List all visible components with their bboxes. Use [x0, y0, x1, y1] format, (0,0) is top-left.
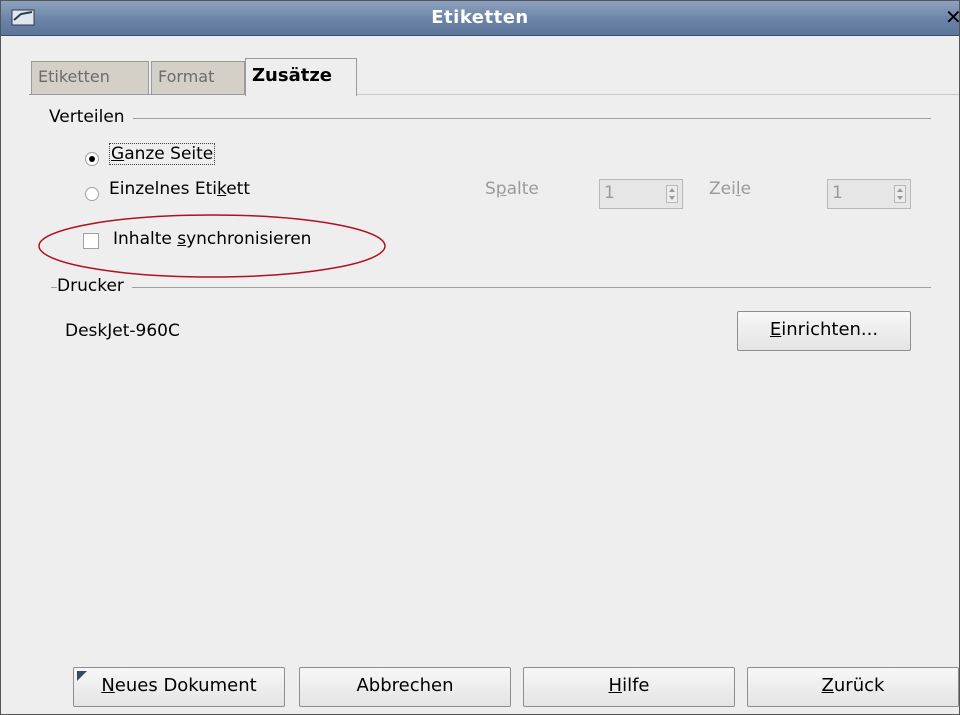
close-icon[interactable]: ✕ — [945, 6, 959, 28]
label-text: anze Seite — [124, 144, 214, 164]
zeile-label: Zeile — [709, 179, 751, 199]
label-text: Zei — [709, 179, 736, 199]
button-label: urück — [833, 675, 885, 696]
label-text: ett — [226, 179, 251, 199]
mnemonic: s — [177, 229, 187, 249]
mnemonic: Z — [821, 675, 834, 696]
label-text: alte — [506, 179, 539, 199]
group-separator — [51, 287, 931, 288]
spin-arrows-icon[interactable] — [666, 185, 678, 203]
mnemonic: E — [769, 319, 782, 340]
cancel-button[interactable]: Abbrechen — [299, 667, 511, 707]
mnemonic: k — [216, 179, 227, 199]
tab-etiketten[interactable]: Etiketten — [31, 61, 149, 94]
radio-einzelnes-etikett-label[interactable]: Einzelnes Etikett — [109, 179, 250, 199]
radio-ganze-seite[interactable] — [85, 152, 99, 166]
corner-marker-icon — [77, 671, 87, 681]
tab-divider — [357, 94, 959, 95]
label-text: ynchronisieren — [186, 229, 312, 249]
mnemonic: p — [495, 179, 507, 199]
spalte-spinbox[interactable]: 1 — [599, 179, 683, 209]
tab-divider — [29, 94, 245, 95]
group-heading-drucker: Drucker — [57, 276, 132, 296]
help-button[interactable]: Hilfe — [523, 667, 735, 707]
button-label: inrichten... — [781, 319, 879, 340]
zeile-spinbox[interactable]: 1 — [827, 179, 911, 209]
label-text: Einzelnes Eti — [109, 179, 217, 199]
mnemonic: G — [111, 144, 125, 164]
group-heading-verteilen: Verteilen — [49, 107, 133, 127]
sync-checkbox[interactable] — [83, 233, 99, 249]
einrichten-button[interactable]: Einrichten... — [737, 311, 911, 351]
printer-name: DeskJet-960C — [65, 321, 180, 341]
sync-checkbox-label[interactable]: Inhalte synchronisieren — [113, 229, 311, 249]
tab-format[interactable]: Format — [151, 61, 245, 94]
label-text: S — [485, 179, 496, 199]
radio-einzelnes-etikett[interactable] — [85, 187, 99, 201]
dialog-window: Etiketten ✕ Etiketten Format Zusätze Ver… — [0, 0, 960, 715]
back-button[interactable]: Zurück — [747, 667, 959, 707]
mnemonic: H — [608, 675, 623, 696]
group-separator — [51, 118, 931, 119]
new-document-button[interactable]: Neues Dokument — [73, 667, 285, 707]
spalte-label: Spalte — [485, 179, 539, 199]
mnemonic: N — [101, 675, 115, 696]
button-label: ilfe — [622, 675, 650, 696]
title-bar[interactable]: Etiketten ✕ — [1, 1, 959, 36]
label-text: e — [740, 179, 752, 199]
zeile-value: 1 — [832, 183, 843, 203]
spin-arrows-icon[interactable] — [894, 185, 906, 203]
label-text: Inhalte — [113, 229, 178, 249]
spalte-value: 1 — [604, 183, 615, 203]
tab-zusaetze[interactable]: Zusätze — [245, 58, 357, 96]
window-title: Etiketten — [431, 7, 529, 28]
button-label: eues Dokument — [114, 675, 257, 696]
radio-ganze-seite-label[interactable]: Ganze Seite — [109, 143, 216, 165]
